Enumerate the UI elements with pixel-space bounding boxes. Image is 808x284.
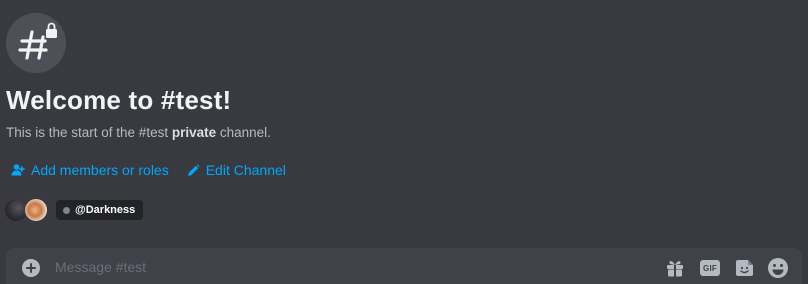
gift-icon[interactable] (664, 257, 686, 279)
message-composer: GIF (6, 248, 802, 284)
channel-welcome-view: Welcome to #test! This is the start of t… (0, 0, 808, 284)
edit-channel-label: Edit Channel (205, 162, 286, 178)
pencil-icon (187, 164, 200, 176)
description-prefix: This is the start of the #test (6, 125, 172, 140)
welcome-title: Welcome to #test! (6, 85, 232, 115)
add-members-button[interactable]: Add members or roles (11, 162, 169, 178)
description-private: private (171, 125, 217, 140)
gif-label: GIF (703, 263, 717, 273)
channel-actions: Add members or roles Edit Channel (11, 160, 286, 180)
avatar[interactable] (24, 198, 48, 222)
description-suffix: channel. (216, 125, 271, 140)
welcome-description: This is the start of the #test private c… (6, 124, 271, 142)
emoji-icon[interactable] (767, 257, 789, 279)
status-dot-icon (63, 206, 70, 214)
private-channel-icon (6, 13, 66, 73)
sticker-icon[interactable] (734, 257, 756, 279)
edit-channel-button[interactable]: Edit Channel (187, 162, 286, 178)
plus-circle-icon[interactable] (21, 258, 41, 278)
channel-members: @Darkness (4, 198, 144, 222)
message-input[interactable] (55, 256, 615, 278)
add-members-label: Add members or roles (31, 162, 169, 178)
add-member-icon (11, 164, 25, 176)
mention-chip[interactable]: @Darkness (56, 200, 144, 220)
gif-button[interactable]: GIF (699, 257, 721, 279)
mention-label: @Darkness (75, 204, 136, 216)
